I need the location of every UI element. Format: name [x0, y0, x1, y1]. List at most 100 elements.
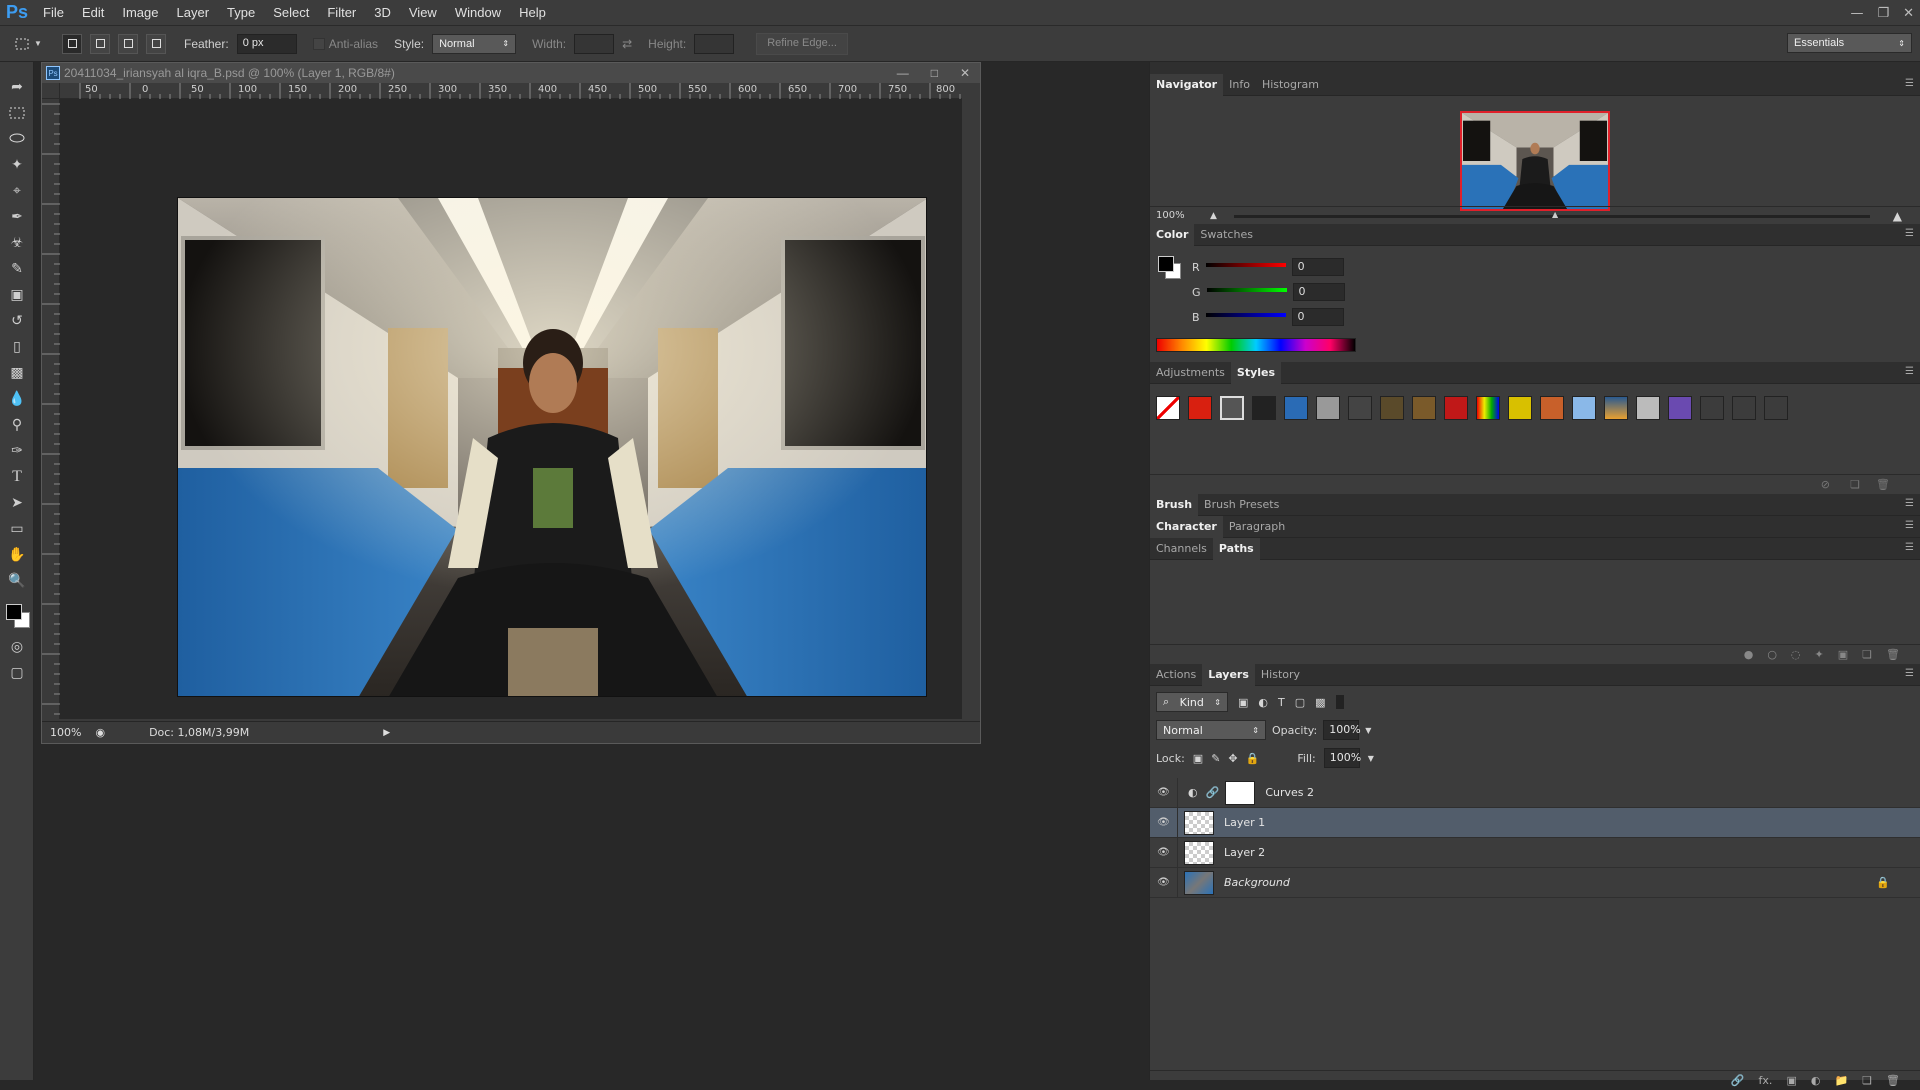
panel-menu-icon[interactable]: ☰: [1905, 668, 1914, 679]
quick-selection-tool-icon[interactable]: ✦: [0, 152, 34, 178]
eye-icon[interactable]: 👁: [1150, 867, 1178, 898]
subtract-selection-button[interactable]: [118, 33, 138, 54]
filter-type-icon[interactable]: T: [1278, 696, 1285, 709]
chevron-down-icon[interactable]: ▼: [1368, 754, 1374, 763]
menu-edit[interactable]: Edit: [73, 0, 113, 26]
g-slider[interactable]: [1206, 288, 1287, 292]
add-mask-icon[interactable]: ▣: [1786, 1074, 1796, 1087]
hand-tool-icon[interactable]: ✋: [0, 542, 34, 568]
opacity-input[interactable]: 100%: [1323, 720, 1361, 740]
document-tab[interactable]: Ps 20411034_iriansyah al iqra_B.psd @ 10…: [42, 63, 980, 83]
path-selection-tool-icon[interactable]: ➤: [0, 490, 34, 516]
style-swatch[interactable]: [1700, 396, 1724, 420]
menu-select[interactable]: Select: [264, 0, 318, 26]
layer-mask-thumbnail[interactable]: [1225, 780, 1256, 805]
clear-style-icon[interactable]: ⊘: [1821, 478, 1830, 491]
layer-name[interactable]: Curves 2: [1265, 786, 1314, 799]
tab-brush-presets[interactable]: Brush Presets: [1198, 494, 1285, 516]
panel-menu-icon[interactable]: ☰: [1905, 498, 1914, 509]
panel-menu-icon[interactable]: ☰: [1905, 228, 1914, 239]
layer-name[interactable]: Background: [1224, 876, 1290, 889]
menu-3d[interactable]: 3D: [365, 0, 400, 26]
add-selection-button[interactable]: [90, 33, 110, 54]
eye-icon[interactable]: 👁: [1150, 837, 1178, 868]
style-swatch[interactable]: [1284, 396, 1308, 420]
navigator-thumbnail[interactable]: [1460, 111, 1610, 211]
make-work-path-icon[interactable]: ✦: [1815, 648, 1824, 661]
panel-menu-icon[interactable]: ☰: [1905, 78, 1914, 89]
menu-filter[interactable]: Filter: [318, 0, 365, 26]
filter-pixel-icon[interactable]: ▣: [1238, 696, 1248, 709]
layer-kind-dropdown[interactable]: ⌕ Kind ⇕: [1156, 692, 1228, 712]
stroke-path-icon[interactable]: ○: [1767, 648, 1777, 661]
tab-color[interactable]: Color: [1150, 223, 1195, 246]
style-swatch[interactable]: [1380, 396, 1404, 420]
minimize-icon[interactable]: —: [897, 66, 909, 80]
close-icon[interactable]: ✕: [960, 66, 970, 80]
eye-icon[interactable]: 👁: [1150, 777, 1178, 808]
menu-image[interactable]: Image: [113, 0, 167, 26]
style-swatch[interactable]: [1508, 396, 1532, 420]
photo-canvas[interactable]: [177, 197, 927, 697]
menu-help[interactable]: Help: [510, 0, 555, 26]
tab-navigator[interactable]: Navigator: [1150, 73, 1224, 96]
lock-image-icon[interactable]: ✎: [1211, 752, 1220, 765]
dock-header[interactable]: [1150, 62, 1920, 74]
horizontal-ruler[interactable]: 50 0 50 100 150 200 250 300 350 400 450 …: [60, 83, 962, 99]
clone-stamp-tool-icon[interactable]: ▣: [0, 282, 34, 308]
trash-icon[interactable]: 🗑: [1876, 478, 1890, 491]
r-input[interactable]: 0: [1291, 258, 1344, 276]
tab-styles[interactable]: Styles: [1230, 361, 1282, 384]
close-icon[interactable]: ✕: [1903, 6, 1914, 21]
fill-path-icon[interactable]: ●: [1744, 648, 1754, 661]
toolbox-grip[interactable]: [0, 62, 33, 74]
zoom-out-icon[interactable]: ▲: [1210, 211, 1217, 221]
crop-tool-icon[interactable]: ⌖: [0, 178, 34, 204]
type-tool-icon[interactable]: T: [0, 464, 34, 490]
new-path-icon[interactable]: ❏: [1862, 648, 1872, 661]
antialias-checkbox[interactable]: Anti-alias: [312, 37, 378, 51]
new-style-icon[interactable]: ❏: [1850, 478, 1860, 491]
style-swatch[interactable]: [1476, 396, 1500, 420]
tab-paragraph[interactable]: Paragraph: [1223, 516, 1291, 538]
blend-mode-dropdown[interactable]: Normal ⇕: [1156, 720, 1266, 740]
b-slider[interactable]: [1205, 313, 1286, 317]
layer-row[interactable]: 👁 Layer 1: [1150, 807, 1920, 838]
menu-window[interactable]: Window: [446, 0, 510, 26]
color-spectrum[interactable]: [1156, 338, 1356, 352]
filter-smart-icon[interactable]: ▩: [1315, 696, 1325, 709]
intersect-selection-button[interactable]: [146, 33, 166, 54]
lasso-tool-icon[interactable]: [0, 126, 34, 152]
style-swatch[interactable]: [1316, 396, 1340, 420]
tab-actions[interactable]: Actions: [1150, 664, 1202, 686]
layer-row[interactable]: 👁 Background 🔒: [1150, 867, 1920, 898]
play-icon[interactable]: ▶: [383, 728, 390, 738]
blur-tool-icon[interactable]: 💧: [0, 386, 34, 412]
style-swatch[interactable]: [1540, 396, 1564, 420]
tab-brush[interactable]: Brush: [1150, 493, 1199, 516]
pen-tool-icon[interactable]: ✑: [0, 438, 34, 464]
feather-input[interactable]: 0 px: [236, 33, 297, 54]
healing-brush-tool-icon[interactable]: ☣: [0, 230, 34, 256]
r-slider[interactable]: [1205, 263, 1286, 267]
layer-name[interactable]: Layer 2: [1224, 846, 1265, 859]
vertical-ruler[interactable]: [42, 99, 60, 719]
foreground-color-swatch[interactable]: [1158, 256, 1174, 272]
zoom-in-icon[interactable]: ▲: [1893, 209, 1902, 223]
filter-shape-icon[interactable]: ▢: [1295, 696, 1305, 709]
vertical-scrollbar[interactable]: [962, 83, 980, 723]
style-swatch[interactable]: [1188, 396, 1212, 420]
menu-file[interactable]: File: [34, 0, 73, 26]
layer-thumbnail[interactable]: [1184, 870, 1214, 895]
refine-edge-button[interactable]: Refine Edge...: [756, 32, 848, 55]
style-swatch[interactable]: [1636, 396, 1660, 420]
menu-view[interactable]: View: [400, 0, 446, 26]
quick-mask-icon[interactable]: ◎: [0, 634, 34, 660]
adjustment-layer-icon[interactable]: ◐: [1811, 1074, 1821, 1087]
layer-thumbnail[interactable]: [1184, 810, 1214, 835]
brush-tool-icon[interactable]: ✎: [0, 256, 34, 282]
layer-thumbnail[interactable]: [1184, 840, 1214, 865]
style-swatch[interactable]: [1252, 396, 1276, 420]
maximize-icon[interactable]: □: [931, 66, 938, 80]
trash-icon[interactable]: 🗑: [1886, 1074, 1900, 1087]
